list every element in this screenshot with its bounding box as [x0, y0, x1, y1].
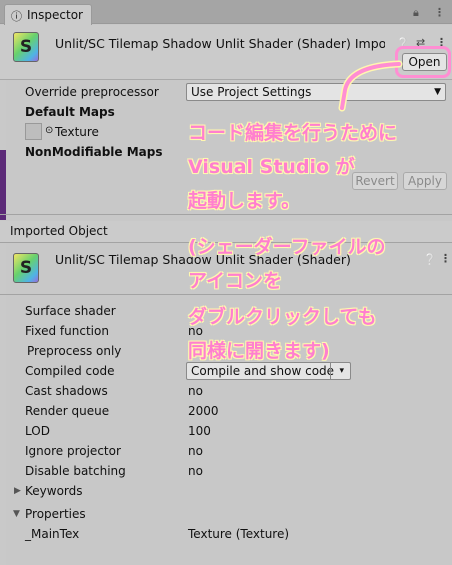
open-button-highlight [395, 46, 451, 78]
compile-show-code-button[interactable]: Compile and show code ▾ [186, 362, 351, 380]
row-value: no [188, 384, 203, 398]
inspector-header [0, 25, 452, 80]
dropdown-value: Use Project Settings [191, 85, 312, 99]
row-label: Cast shadows [25, 384, 108, 398]
row-value: 100 [188, 424, 211, 438]
nonmodifiable-label: NonModifiable Maps [25, 145, 163, 159]
texture-label: Texture [55, 125, 99, 139]
row-label: LOD [25, 424, 50, 438]
foldout-arrow-icon[interactable]: ▶ [14, 486, 21, 496]
row-value: no [188, 444, 203, 458]
apply-button[interactable]: Apply [403, 172, 447, 190]
annotation-line: ダブルクリックしても [188, 306, 377, 328]
row-label: Fixed function [25, 324, 109, 338]
foldout-arrow-icon[interactable]: ▼ [13, 509, 20, 519]
help-icon[interactable]: ❔ [423, 253, 437, 266]
button-label: Compile and show code [191, 364, 335, 378]
revert-button[interactable]: Revert [352, 172, 398, 190]
lock-icon[interactable]: 🔒︎ [413, 6, 419, 20]
tab-label: Inspector [27, 8, 83, 22]
row-label: Disable batching [25, 464, 126, 478]
more-icon[interactable]: ⋮ [434, 6, 445, 19]
keywords-foldout[interactable]: Keywords [25, 484, 83, 498]
row-label: Preprocess only [27, 344, 122, 358]
header-title: Unlit/SC Tilemap Shadow Unlit Shader (Sh… [55, 36, 385, 51]
divider [0, 294, 452, 295]
imported-object-label: Imported Object [10, 224, 108, 238]
property-value: Texture (Texture) [188, 527, 290, 541]
row-label: Compiled code [25, 364, 115, 378]
texture-slot[interactable] [25, 123, 42, 140]
info-icon: ⓘ [11, 10, 22, 23]
object-picker-icon[interactable]: ⊙ [45, 125, 53, 136]
default-maps-label: Default Maps [25, 105, 115, 119]
annotation-line: 起動します。 [188, 190, 301, 212]
annotation-line: (シェーダーファイルの [188, 236, 386, 258]
dropdown-arrow-icon[interactable]: ▾ [339, 363, 344, 379]
properties-foldout[interactable]: Properties [25, 507, 86, 521]
row-value: 2000 [188, 404, 219, 418]
override-dropdown[interactable]: Use Project Settings ▼ [186, 83, 446, 101]
annotation-line: コード編集を行うために [188, 122, 398, 144]
row-value: no [188, 464, 203, 478]
annotation-line: Visual Studio が [188, 156, 355, 178]
row-label: Render queue [25, 404, 110, 418]
row-label: Ignore projector [25, 444, 121, 458]
override-label: Override preprocessor [25, 85, 159, 99]
divider [0, 214, 452, 215]
tab-inspector[interactable]: ⓘ Inspector [4, 4, 92, 25]
shader-icon[interactable]: S [13, 32, 39, 62]
window-edge [0, 0, 6, 565]
more-icon[interactable]: ⋮ [440, 252, 451, 265]
row-label: Surface shader [25, 304, 116, 318]
annotation-line: 同様に開きます) [188, 340, 330, 362]
split-divider [330, 362, 331, 380]
dropdown-arrow-icon: ▼ [434, 87, 441, 97]
shader-icon[interactable]: S [13, 253, 39, 283]
property-name: _MainTex [25, 527, 80, 541]
annotation-line: アイコンを [188, 270, 283, 292]
